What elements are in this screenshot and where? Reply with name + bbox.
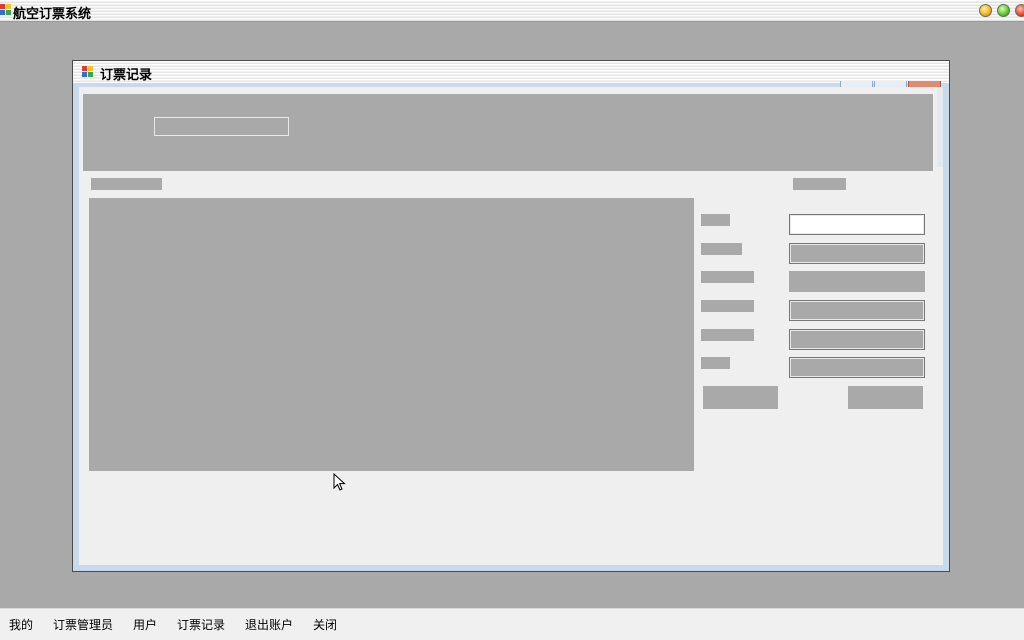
detail-field-6[interactable] <box>789 357 925 378</box>
detail-field-4[interactable] <box>789 300 925 321</box>
search-input[interactable] <box>154 117 289 136</box>
detail-field-1[interactable] <box>789 214 925 235</box>
field-label-4 <box>701 300 754 312</box>
detail-field-2[interactable] <box>789 243 925 264</box>
detail-field-5[interactable] <box>789 329 925 350</box>
menu-item-close[interactable]: 关闭 <box>313 616 337 633</box>
booking-records-window: 订票记录 <box>72 60 950 572</box>
field-label-3 <box>701 271 754 283</box>
main-titlebar: 航空订票系统 <box>0 0 1024 22</box>
maximize-icon[interactable] <box>997 4 1010 17</box>
action-button-left[interactable] <box>703 386 778 409</box>
records-label <box>91 178 162 190</box>
action-button-right[interactable] <box>848 386 923 409</box>
menu-item-booking-records[interactable]: 订票记录 <box>177 616 225 633</box>
records-grid[interactable] <box>89 198 694 471</box>
close-icon[interactable] <box>1015 4 1024 17</box>
field-label-1 <box>701 214 730 226</box>
menu-item-mine[interactable]: 我的 <box>9 616 33 633</box>
minimize-icon[interactable] <box>979 4 992 17</box>
search-panel <box>83 94 933 171</box>
field-label-2 <box>701 243 742 255</box>
field-label-6 <box>701 357 730 369</box>
vertical-scrollbar[interactable] <box>937 87 943 167</box>
app-title: 航空订票系统 <box>13 7 92 22</box>
menu-item-booking-admin[interactable]: 订票管理员 <box>53 616 113 633</box>
child-window-title: 订票记录 <box>100 68 153 83</box>
mouse-cursor-icon <box>333 473 346 491</box>
child-window-icon <box>82 66 93 78</box>
app-icon <box>0 4 11 16</box>
menu-item-logout[interactable]: 退出账户 <box>245 616 293 633</box>
menu-bar: 我的 订票管理员 用户 订票记录 退出账户 关闭 <box>0 608 1024 640</box>
child-titlebar: 订票记录 <box>73 61 949 83</box>
menu-item-users[interactable]: 用户 <box>133 616 157 633</box>
details-label <box>793 178 846 190</box>
detail-field-3[interactable] <box>789 271 925 292</box>
field-label-5 <box>701 329 754 341</box>
form-client-area <box>79 87 943 565</box>
